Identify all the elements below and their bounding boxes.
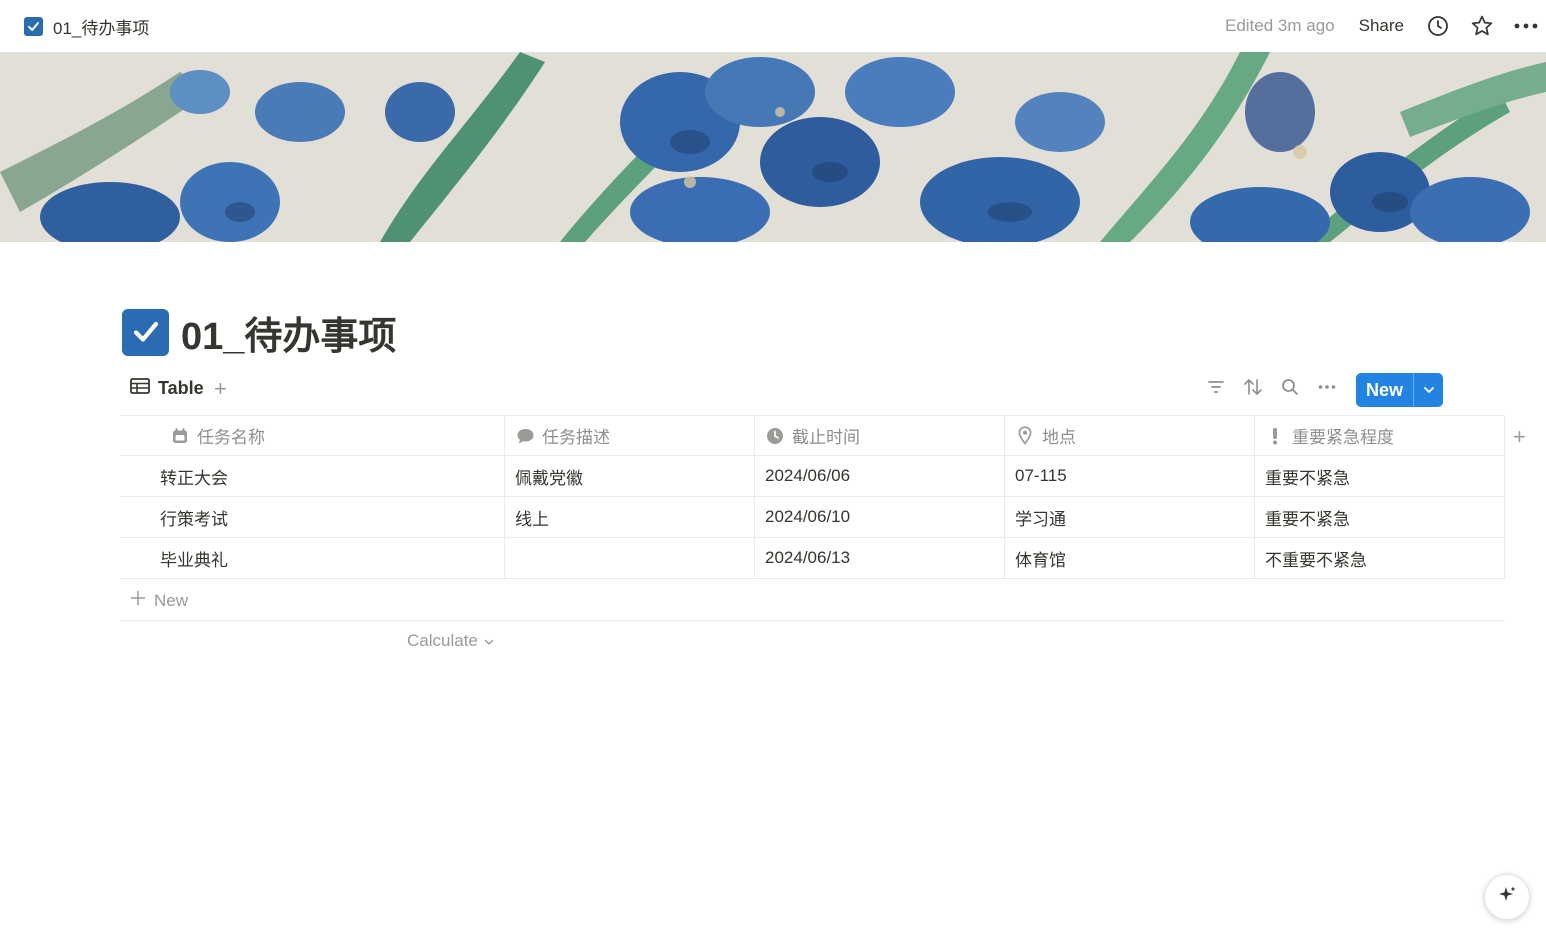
view-tools bbox=[1202, 373, 1341, 401]
column-header-task-name[interactable]: 任务名称 bbox=[120, 416, 505, 455]
cell-location[interactable]: 07-115 bbox=[1005, 456, 1255, 496]
cell-priority[interactable]: 重要不紧急 bbox=[1255, 497, 1505, 537]
cell-task-description[interactable]: 佩戴党徽 bbox=[505, 456, 755, 496]
cell-task-description[interactable]: 线上 bbox=[505, 497, 755, 537]
column-header-priority[interactable]: 重要紧急程度 bbox=[1255, 416, 1505, 455]
column-header-task-description[interactable]: 任务描述 bbox=[505, 416, 755, 455]
cell-priority[interactable]: 重要不紧急 bbox=[1255, 456, 1505, 496]
edited-status: Edited 3m ago bbox=[1224, 16, 1335, 35]
page-header: 01_待办事项 bbox=[122, 306, 396, 358]
cell-deadline[interactable]: 2024/06/10 bbox=[755, 497, 1005, 537]
column-label: 截止时间 bbox=[792, 428, 860, 447]
chevron-down-icon[interactable] bbox=[1414, 373, 1443, 407]
new-record-button[interactable]: New bbox=[1356, 373, 1443, 407]
share-button[interactable]: Share bbox=[1359, 16, 1404, 36]
table-row[interactable]: 转正大会 佩戴党徽 2024/06/06 07-115 重要不紧急 bbox=[120, 456, 1505, 497]
more-horizontal-icon[interactable] bbox=[1313, 373, 1341, 401]
cell-task-name[interactable]: 转正大会 bbox=[120, 456, 505, 496]
calendar-icon bbox=[170, 426, 190, 446]
checkbox-icon[interactable] bbox=[122, 308, 169, 356]
sparkle-icon bbox=[1496, 884, 1518, 911]
search-icon[interactable] bbox=[1276, 373, 1304, 401]
tab-label: Table bbox=[158, 378, 204, 398]
column-label: 重要紧急程度 bbox=[1292, 428, 1394, 447]
column-label: 任务名称 bbox=[197, 428, 265, 447]
cell-priority[interactable]: 不重要不紧急 bbox=[1255, 538, 1505, 578]
page-title[interactable]: 01_待办事项 bbox=[181, 305, 396, 360]
plus-icon bbox=[130, 590, 146, 611]
breadcrumb-title: 01_待办事项 bbox=[53, 18, 150, 38]
clock-icon bbox=[765, 426, 785, 446]
speech-bubble-icon bbox=[515, 426, 535, 446]
table-row[interactable]: 行策考试 线上 2024/06/10 学习通 重要不紧急 bbox=[120, 497, 1505, 538]
cell-location[interactable]: 学习通 bbox=[1005, 497, 1255, 537]
ai-assistant-button[interactable] bbox=[1484, 874, 1530, 920]
more-horizontal-icon[interactable] bbox=[1510, 10, 1542, 42]
cell-deadline[interactable]: 2024/06/06 bbox=[755, 456, 1005, 496]
cell-deadline[interactable]: 2024/06/13 bbox=[755, 538, 1005, 578]
filter-icon[interactable] bbox=[1202, 373, 1230, 401]
cell-task-description[interactable] bbox=[505, 538, 755, 578]
cell-task-name[interactable]: 行策考试 bbox=[120, 497, 505, 537]
cell-location[interactable]: 体育馆 bbox=[1005, 538, 1255, 578]
new-button-label[interactable]: New bbox=[1356, 373, 1413, 407]
view-toolbar: Table + New bbox=[120, 370, 1505, 410]
calculate-label: Calculate bbox=[407, 631, 478, 650]
exclamation-icon bbox=[1265, 426, 1285, 446]
tab-table[interactable]: Table bbox=[130, 378, 204, 399]
column-header-deadline[interactable]: 截止时间 bbox=[755, 416, 1005, 455]
cell-task-name[interactable]: 毕业典礼 bbox=[120, 538, 505, 578]
star-icon[interactable] bbox=[1466, 10, 1498, 42]
clock-icon[interactable] bbox=[1422, 10, 1454, 42]
cover-image bbox=[0, 52, 1546, 242]
sort-icon[interactable] bbox=[1239, 373, 1267, 401]
column-header-location[interactable]: 地点 bbox=[1005, 416, 1255, 455]
column-label: 任务描述 bbox=[542, 428, 610, 447]
calculate-button[interactable]: Calculate bbox=[407, 631, 494, 651]
column-label: 地点 bbox=[1042, 428, 1076, 447]
table-header-row: 任务名称 任务描述 截止时间 地点 重要紧急程度 bbox=[120, 415, 1505, 456]
breadcrumb[interactable]: 01_待办事项 bbox=[24, 14, 149, 38]
top-actions: Edited 3m ago Share bbox=[1225, 10, 1546, 42]
table-row[interactable]: 毕业典礼 2024/06/13 体育馆 不重要不紧急 bbox=[120, 538, 1505, 579]
top-bar: 01_待办事项 Edited 3m ago Share bbox=[0, 0, 1546, 52]
location-pin-icon bbox=[1015, 426, 1035, 446]
add-row-button[interactable]: New bbox=[120, 581, 1505, 621]
add-column-button[interactable]: + bbox=[1513, 424, 1526, 450]
checkbox-icon bbox=[24, 16, 43, 36]
database-table: 任务名称 任务描述 截止时间 地点 重要紧急程度 转正大会 佩戴党徽 2024/… bbox=[120, 415, 1505, 579]
table-icon bbox=[130, 378, 150, 399]
chevron-down-icon bbox=[484, 631, 494, 651]
add-row-label: New bbox=[154, 590, 189, 610]
add-view-button[interactable]: + bbox=[214, 376, 227, 402]
